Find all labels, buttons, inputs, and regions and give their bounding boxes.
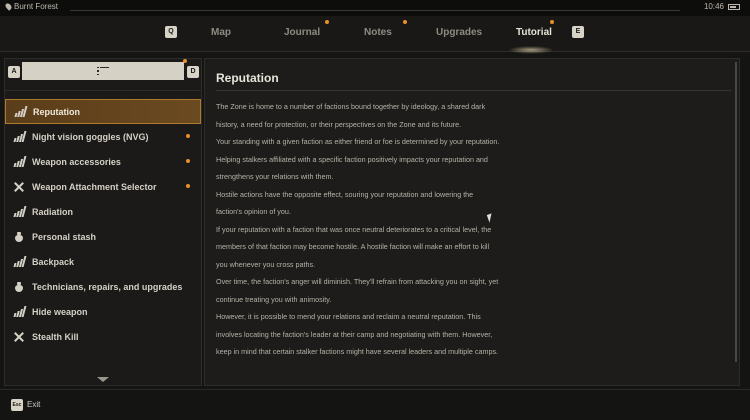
article-line: The Zone is home to a number of factions… — [216, 102, 486, 111]
topic-item-backpack[interactable]: Backpack — [5, 249, 201, 274]
new-topic-dot — [186, 134, 190, 138]
clock: 10:46 — [704, 2, 740, 11]
topic-item-hide-weapon[interactable]: Hide weapon — [5, 299, 201, 324]
topic-item-personal-stash[interactable]: Personal stash — [5, 224, 201, 249]
tab-journal[interactable]: Journal — [284, 27, 320, 38]
topic-item-reputation[interactable]: Reputation — [5, 99, 201, 124]
signal-icon — [13, 255, 27, 268]
battery-icon — [728, 3, 740, 10]
topic-label: Reputation — [33, 106, 80, 117]
article-line: continue treating you with animosity. — [216, 294, 332, 304]
location-pin-icon — [4, 2, 13, 11]
signal-icon — [13, 155, 27, 168]
list-icon — [97, 66, 109, 76]
tab-tutorial-notification-dot — [550, 20, 554, 24]
tab-bar: Q Map Journal Notes Upgrades Tutorial E — [0, 16, 750, 54]
list-notification-dot — [183, 59, 187, 63]
article-line: strengthens your relations with them. — [216, 172, 334, 181]
signal-icon — [14, 105, 28, 118]
tab-tutorial[interactable]: Tutorial — [516, 27, 552, 38]
new-topic-dot — [186, 184, 190, 188]
article-title: Reputation — [216, 71, 279, 85]
content-scrollbar[interactable] — [735, 62, 737, 362]
tutorial-content-panel: Reputation The Zone is home to a number … — [204, 58, 740, 386]
panel-divider — [5, 90, 201, 91]
bag-icon — [13, 281, 25, 293]
prev-tab-key[interactable]: Q — [165, 26, 177, 38]
tab-map[interactable]: Map — [211, 27, 231, 38]
signal-icon — [13, 305, 27, 318]
signal-icon — [13, 205, 27, 218]
article-body: The Zone is home to a number of factions… — [216, 98, 546, 361]
topic-label: Night vision goggles (NVG) — [32, 131, 149, 142]
tutorial-topic-panel: A D Reputation Night vision goggles (NVG… — [4, 58, 202, 386]
active-tab-glow — [508, 46, 554, 54]
topic-label: Radiation — [32, 206, 74, 217]
topic-label: Weapon Attachment Selector — [32, 181, 157, 192]
topic-item-radiation[interactable]: Radiation — [5, 199, 201, 224]
topic-item-weapon-attachment-selector[interactable]: Weapon Attachment Selector — [5, 174, 201, 199]
exit-button[interactable]: Exit — [27, 400, 40, 409]
article-line: However, it is possible to mend your rel… — [216, 312, 481, 321]
article-line: If your reputation with a faction that w… — [216, 224, 492, 234]
bottom-bar: Esc Exit — [0, 389, 750, 420]
prev-filter-key[interactable]: A — [8, 66, 20, 78]
topic-item-stealth-kill[interactable]: Stealth Kill — [5, 324, 201, 349]
list-view-toggle[interactable] — [22, 59, 187, 80]
esc-key[interactable]: Esc — [11, 399, 23, 411]
tab-notes-notification-dot — [403, 20, 407, 24]
topic-label: Personal stash — [32, 231, 97, 242]
topic-item-nvg[interactable]: Night vision goggles (NVG) — [5, 124, 201, 149]
next-tab-key[interactable]: E — [572, 26, 584, 38]
article-line: faction's opinion of you. — [216, 207, 291, 216]
topic-list: Reputation Night vision goggles (NVG) We… — [5, 99, 201, 349]
article-line: members of that faction may become hosti… — [216, 242, 490, 251]
topic-item-technicians[interactable]: Technicians, repairs, and upgrades — [5, 274, 201, 299]
status-bar: Burnt Forest 10:46 — [0, 0, 750, 16]
article-line: involves locating the faction's leader a… — [216, 329, 493, 339]
signal-icon — [13, 130, 27, 143]
scroll-down-arrow-icon[interactable] — [97, 377, 109, 382]
tab-notes[interactable]: Notes — [364, 27, 392, 38]
article-line: you whenever you cross paths. — [216, 259, 316, 269]
article-line: history, a need for protection, or their… — [216, 119, 462, 129]
clock-time: 10:46 — [703, 2, 724, 11]
topic-label: Weapon accessories — [32, 156, 121, 167]
new-topic-dot — [186, 159, 190, 163]
topic-label: Backpack — [32, 256, 75, 267]
next-filter-key[interactable]: D — [187, 66, 199, 78]
title-divider — [216, 90, 731, 91]
header-divider — [70, 10, 680, 11]
crossed-icon — [13, 181, 25, 193]
article-line: Over time, the faction's anger will dimi… — [216, 277, 499, 286]
tab-upgrades[interactable]: Upgrades — [436, 27, 482, 38]
location-name: Burnt Forest — [14, 2, 59, 11]
location-indicator: Burnt Forest — [4, 2, 59, 11]
tab-journal-notification-dot — [325, 20, 329, 24]
article-line: keep in mind that certain stalker factio… — [216, 347, 499, 356]
topic-label: Stealth Kill — [32, 331, 79, 342]
crossed-icon — [13, 331, 25, 343]
article-line: Your standing with a given faction as ei… — [216, 137, 500, 146]
topic-item-weapon-accessories[interactable]: Weapon accessories — [5, 149, 201, 174]
topic-label: Technicians, repairs, and upgrades — [32, 281, 183, 292]
bag-icon — [13, 231, 25, 243]
article-line: Helping stalkers affiliated with a speci… — [216, 154, 488, 164]
topic-label: Hide weapon — [32, 306, 88, 317]
article-line: Hostile actions have the opposite effect… — [216, 189, 474, 199]
